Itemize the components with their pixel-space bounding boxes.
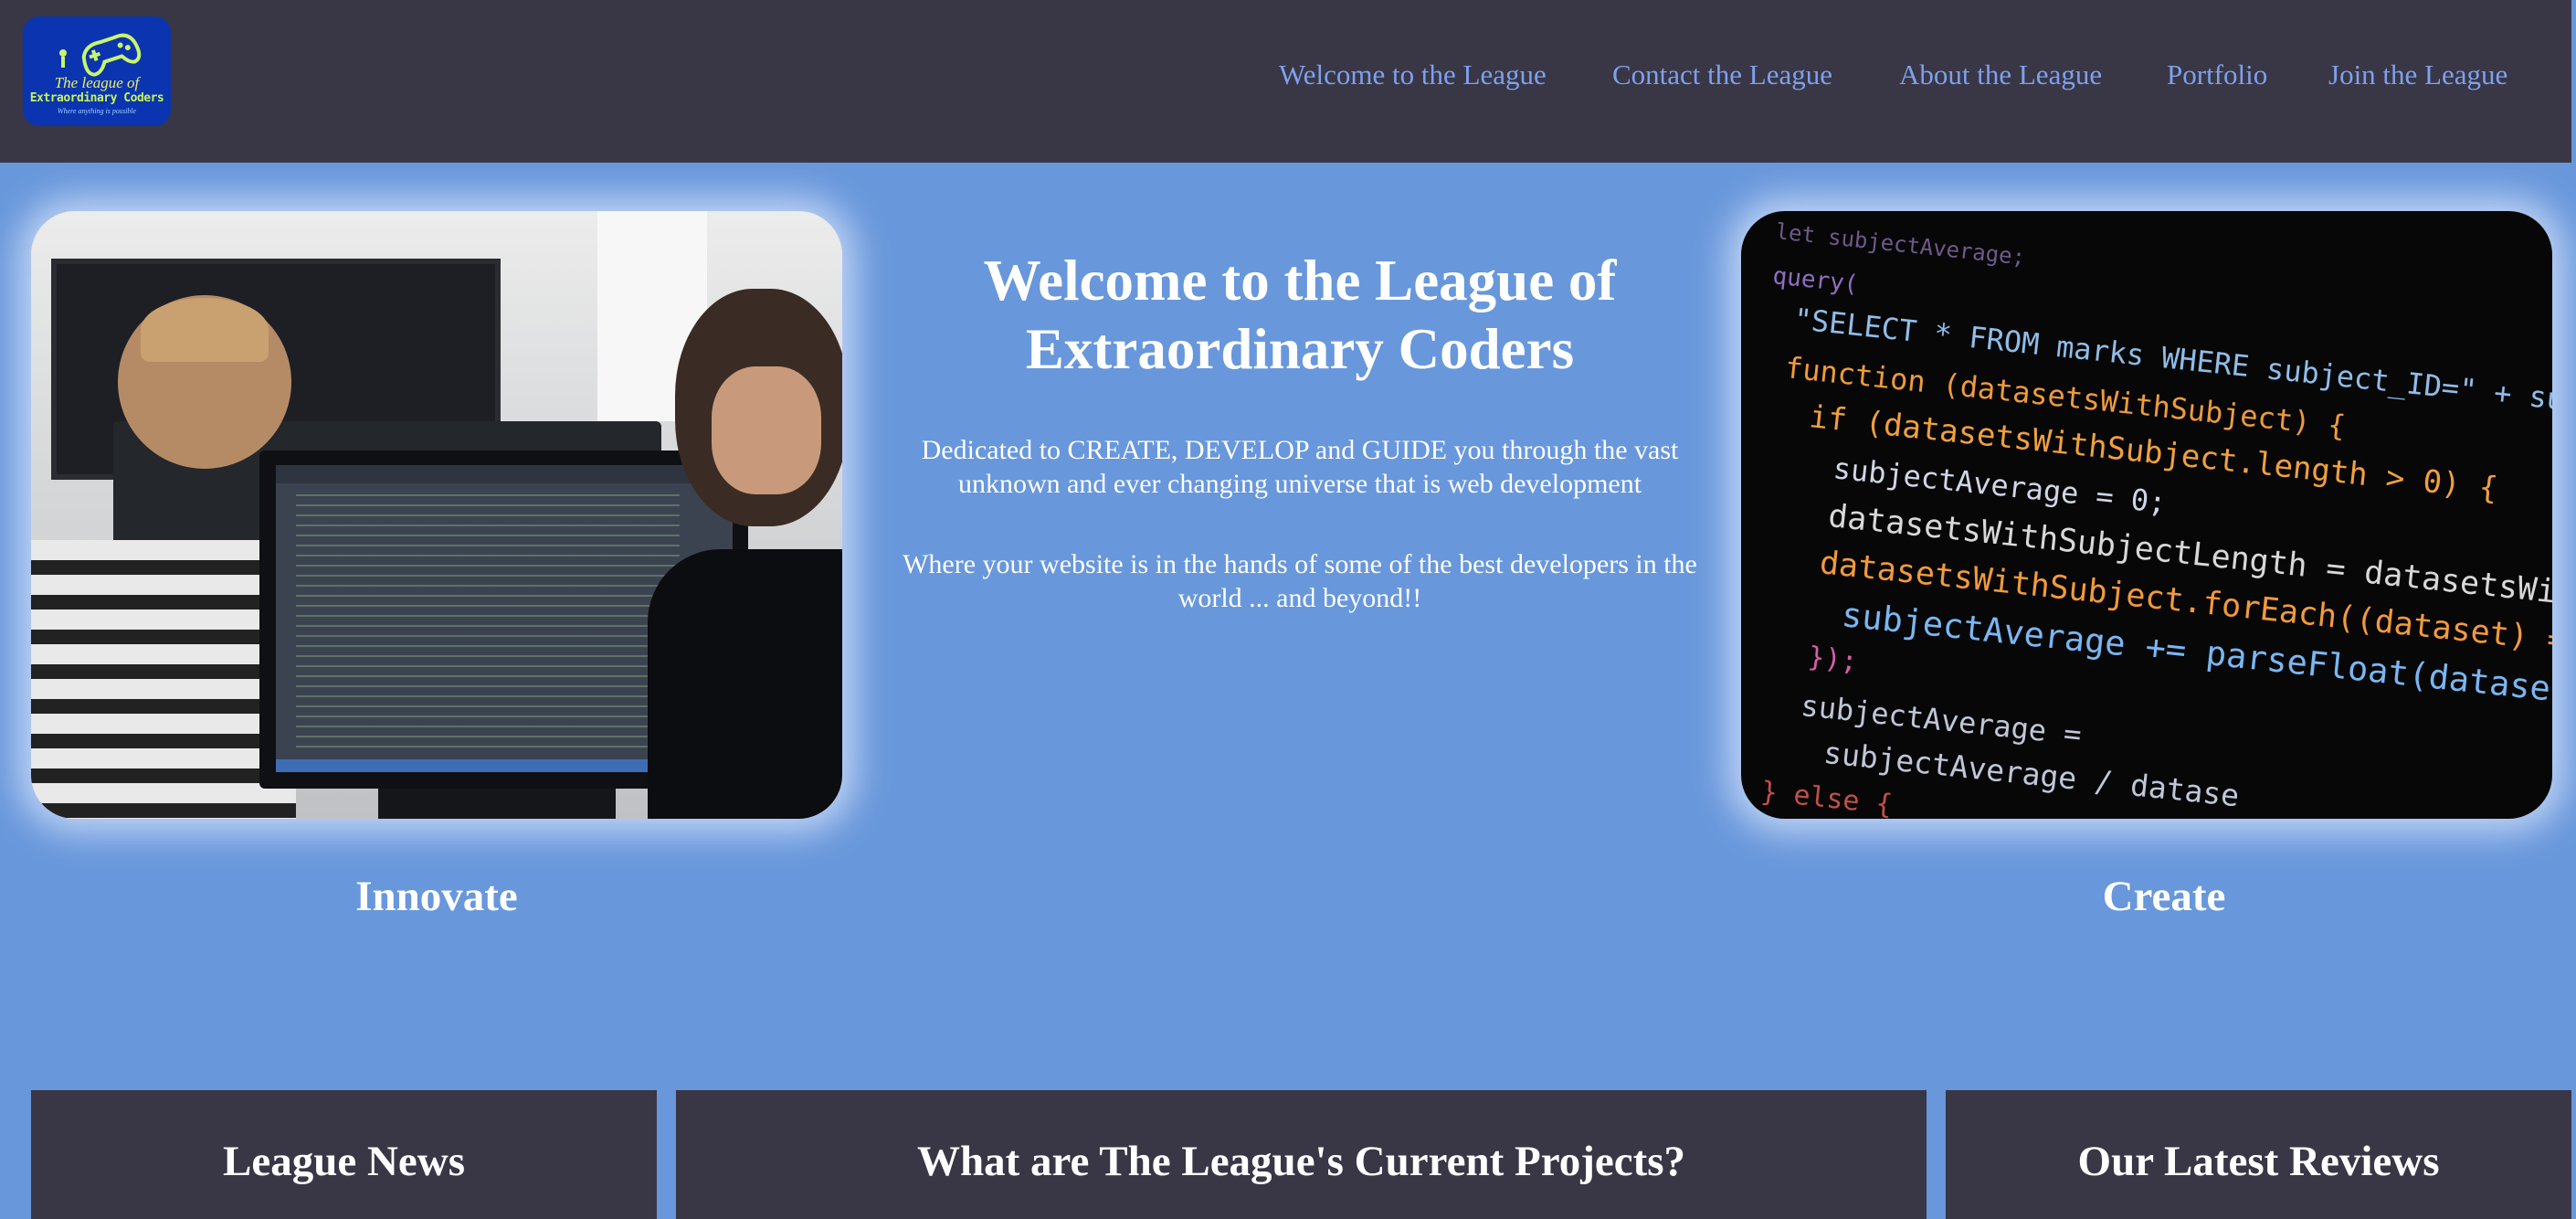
nav-link-join[interactable]: Join the League <box>2328 57 2507 93</box>
code-line: } else { <box>1758 775 1895 819</box>
code-line: let subjectAverage; <box>1774 218 2027 270</box>
main-nav: Welcome to the League Contact the League… <box>0 57 2571 93</box>
code-line: query( <box>1771 262 1860 299</box>
current-projects-panel: What are The League's Current Projects? <box>676 1090 1927 1219</box>
code-line: }); <box>1806 641 1860 678</box>
current-projects-heading: What are The League's Current Projects? <box>916 1138 1686 1185</box>
nav-link-welcome[interactable]: Welcome to the League <box>1279 57 1547 93</box>
hero-paragraph-mission: Dedicated to CREATE, DEVELOP and GUIDE y… <box>921 435 1679 499</box>
developers-photo <box>31 211 842 819</box>
logo-tagline: Where anything is possible <box>57 107 137 115</box>
site-header: The league of Extraordinary Coders Where… <box>0 0 2571 163</box>
league-news-heading: League News <box>223 1138 465 1185</box>
caption-create: Create <box>2102 873 2226 920</box>
hero-paragraph-promise: Where your website is in the hands of so… <box>903 549 1697 613</box>
league-news-panel: League News <box>31 1090 657 1219</box>
nav-link-portfolio[interactable]: Portfolio <box>2167 57 2267 93</box>
logo-text-line2: Extraordinary Coders <box>29 91 164 105</box>
latest-reviews-panel: Our Latest Reviews <box>1946 1090 2571 1219</box>
nav-link-about[interactable]: About the League <box>1899 57 2102 93</box>
code-photo: let subjectAverage; query( "SELECT * FRO… <box>1741 211 2552 819</box>
caption-innovate: Innovate <box>355 873 518 920</box>
nav-link-contact[interactable]: Contact the League <box>1612 57 1832 93</box>
hero-title: Welcome to the League of Extraordinary C… <box>983 249 1617 381</box>
latest-reviews-heading: Our Latest Reviews <box>2077 1138 2440 1185</box>
